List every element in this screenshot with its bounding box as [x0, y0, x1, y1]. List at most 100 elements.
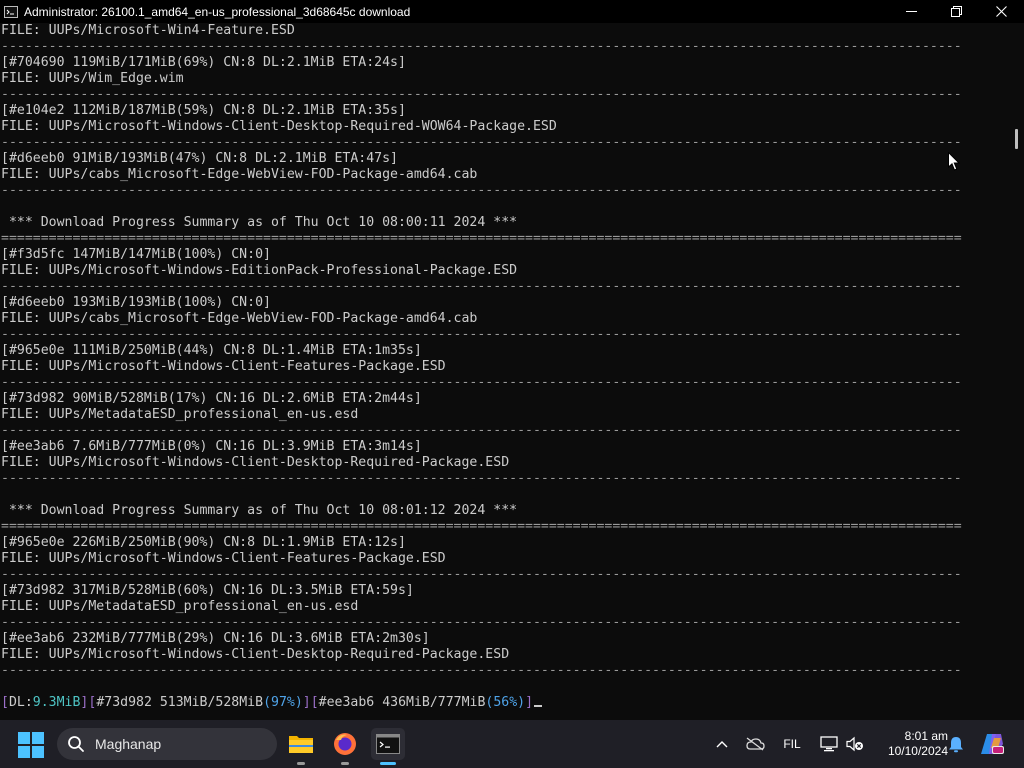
console-window[interactable]: Administrator: 26100.1_amd64_en-us_profe…: [0, 0, 1024, 720]
status-dl-label: DL:: [8, 695, 33, 710]
console-line: [#d6eeb0 193MiB/193MiB(100%) CN:0]: [1, 295, 271, 310]
clock-date: 10/10/2024: [887, 744, 948, 758]
folder-icon: [289, 736, 313, 753]
minimize-icon: [906, 11, 917, 12]
console-line: FILE: UUPs/Microsoft-Windows-Client-Feat…: [1, 551, 446, 566]
show-hidden-icons-button[interactable]: [712, 732, 732, 756]
console-line: FILE: UUPs/Microsoft-Windows-Client-Desk…: [1, 119, 557, 134]
taskbar: Maghanap FIL 8:01 am 10/10/2024: [0, 720, 1024, 768]
start-button[interactable]: [18, 732, 44, 758]
status-bracket: ]: [525, 695, 534, 710]
status-item-1-percent: (97%): [263, 695, 303, 710]
console-line: FILE: UUPs/MetadataESD_professional_en-u…: [1, 599, 359, 614]
separator-line: ----------------------------------------…: [1, 471, 962, 486]
console-line: [#e104e2 112MiB/187MiB(59%) CN:8 DL:2.1M…: [1, 103, 406, 118]
close-button[interactable]: [979, 0, 1024, 23]
aria2-status-line: [DL:9.3MiB][#73d982 513MiB/528MiB(97%)][…: [0, 695, 1012, 711]
console-line: *** Download Progress Summary as of Thu …: [1, 215, 518, 230]
status-bracket: ]: [302, 695, 311, 710]
status-item-1: #73d982 513MiB/528MiB: [96, 695, 264, 710]
console-line: [#ee3ab6 232MiB/777MiB(29%) CN:16 DL:3.6…: [1, 631, 430, 646]
console-app-icon: [4, 5, 18, 18]
active-indicator: [380, 762, 396, 765]
separator-line: ----------------------------------------…: [1, 375, 962, 390]
console-line: FILE: UUPs/Microsoft-Windows-Client-Feat…: [1, 359, 446, 374]
notifications-button[interactable]: [946, 732, 966, 756]
taskbar-clock[interactable]: 8:01 am 10/10/2024: [872, 729, 948, 759]
console-lines: FILE: UUPs/Microsoft-Win4-Feature.ESD ---…: [0, 23, 1012, 695]
separator-line: ----------------------------------------…: [1, 39, 962, 54]
console-line: FILE: UUPs/Microsoft-Windows-Client-Desk…: [1, 455, 510, 470]
file-explorer-button[interactable]: [284, 728, 318, 765]
separator-line: ----------------------------------------…: [1, 663, 962, 678]
console-line: FILE: UUPs/cabs_Microsoft-Edge-WebView-F…: [1, 167, 478, 182]
terminal-icon: [376, 734, 400, 754]
separator-line: ----------------------------------------…: [1, 87, 962, 102]
running-indicator: [341, 762, 349, 765]
title-bar[interactable]: Administrator: 26100.1_amd64_en-us_profe…: [0, 0, 1024, 23]
minimize-button[interactable]: [889, 0, 934, 23]
separator-line: ----------------------------------------…: [1, 135, 962, 150]
volume-tray-button[interactable]: [844, 732, 866, 756]
status-item-2-percent: (56%): [485, 695, 526, 710]
console-line: *** Download Progress Summary as of Thu …: [1, 503, 518, 518]
language-indicator[interactable]: FIL: [778, 732, 806, 756]
maximize-button[interactable]: [934, 0, 979, 23]
status-item-2: #ee3ab6 436MiB/777MiB: [318, 695, 486, 710]
terminal-button[interactable]: [371, 728, 405, 765]
console-line: [#ee3ab6 7.6MiB/777MiB(0%) CN:16 DL:3.9M…: [1, 439, 422, 454]
close-icon: [996, 6, 1007, 17]
console-line: [#965e0e 226MiB/250MiB(90%) CN:8 DL:1.9M…: [1, 535, 406, 550]
copilot-button[interactable]: [978, 732, 1006, 756]
console-line: [#73d982 90MiB/528MiB(17%) CN:16 DL:2.6M…: [1, 391, 422, 406]
window-controls: [889, 0, 1024, 23]
chevron-up-icon: [716, 741, 728, 748]
console-line: [#73d982 317MiB/528MiB(60%) CN:16 DL:3.5…: [1, 583, 414, 598]
scrollbar-thumb[interactable]: [1015, 129, 1018, 149]
network-tray-button[interactable]: [818, 732, 840, 756]
console-line: FILE: UUPs/Microsoft-Windows-EditionPack…: [1, 263, 518, 278]
console-line: [#d6eeb0 91MiB/193MiB(47%) CN:8 DL:2.1Mi…: [1, 151, 398, 166]
console-line: FILE: UUPs/MetadataESD_professional_en-u…: [1, 407, 359, 422]
separator-line: ----------------------------------------…: [1, 327, 962, 342]
copilot-icon: [981, 734, 1004, 754]
console-line: [#704690 119MiB/171MiB(69%) CN:8 DL:2.1M…: [1, 55, 406, 70]
separator-line: ========================================…: [1, 519, 962, 534]
status-bracket: [: [310, 695, 319, 710]
search-icon: [68, 736, 84, 752]
volume-muted-icon: [846, 736, 863, 752]
console-line: FILE: UUPs/cabs_Microsoft-Edge-WebView-F…: [1, 311, 478, 326]
separator-line: ----------------------------------------…: [1, 615, 962, 630]
separator-line: ========================================…: [1, 231, 962, 246]
windows-logo-icon: [18, 732, 44, 758]
clock-time: 8:01 am: [904, 729, 948, 743]
mouse-pointer-icon: [948, 151, 961, 176]
cloud-offline-icon: [746, 737, 765, 751]
console-line: [#965e0e 111MiB/250MiB(44%) CN:8 DL:1.4M…: [1, 343, 422, 358]
console-line: FILE: UUPs/Microsoft-Windows-Client-Desk…: [1, 647, 510, 662]
vertical-scrollbar[interactable]: [1012, 23, 1024, 720]
console-line: FILE: UUPs/Microsoft-Win4-Feature.ESD: [1, 23, 295, 38]
separator-line: ----------------------------------------…: [1, 567, 962, 582]
firefox-icon: [334, 733, 356, 755]
status-dl-value: 9.3MiB: [32, 695, 81, 710]
separator-line: ----------------------------------------…: [1, 183, 962, 198]
separator-line: ----------------------------------------…: [1, 423, 962, 438]
text-cursor: [534, 705, 543, 707]
separator-line: ----------------------------------------…: [1, 279, 962, 294]
console-line: FILE: UUPs/Wim_Edge.wim: [1, 71, 184, 86]
console-line: [#f3d5fc 147MiB/147MiB(100%) CN:0]: [1, 247, 271, 262]
running-indicator: [297, 762, 305, 765]
restore-icon: [951, 6, 962, 17]
taskbar-search[interactable]: Maghanap: [57, 728, 277, 760]
network-icon: [820, 736, 838, 752]
status-bracket: [: [1, 695, 9, 710]
search-placeholder: Maghanap: [95, 736, 162, 752]
bell-icon: [949, 736, 963, 752]
console-output[interactable]: FILE: UUPs/Microsoft-Win4-Feature.ESD ---…: [0, 23, 1012, 720]
firefox-button[interactable]: [328, 728, 362, 765]
onedrive-tray-button[interactable]: [742, 732, 768, 756]
language-label: FIL: [783, 737, 801, 751]
